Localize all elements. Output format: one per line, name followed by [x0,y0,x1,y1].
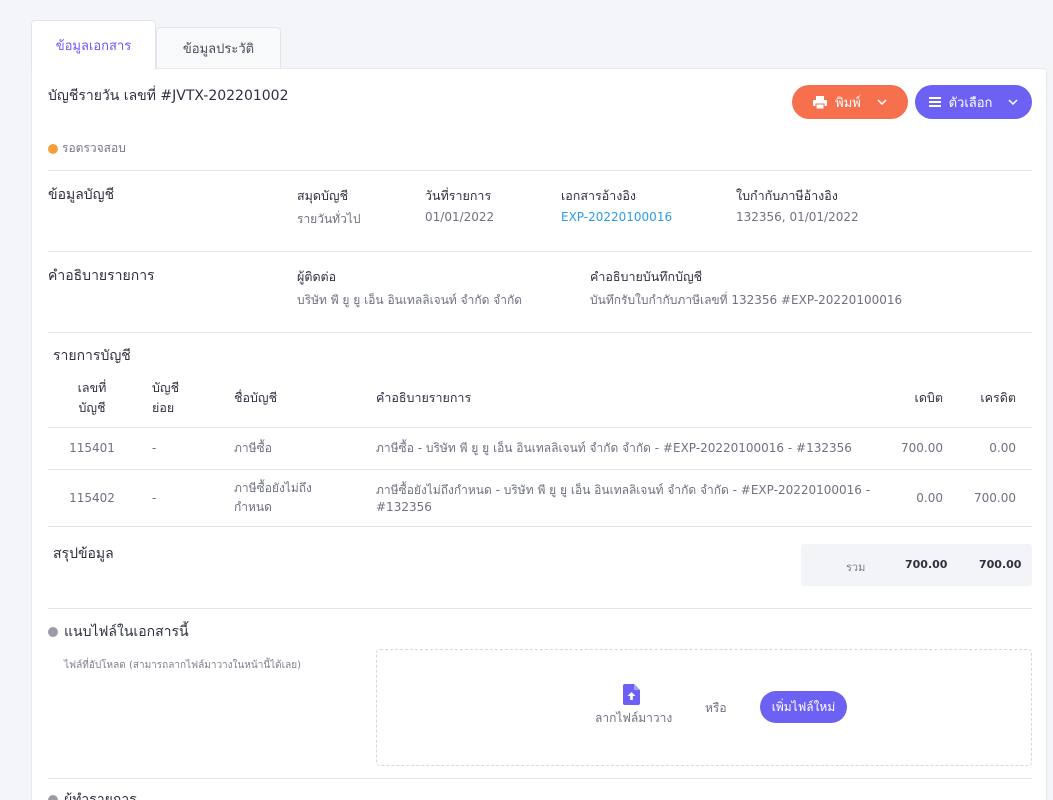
print-button[interactable]: พิมพ์ [792,85,908,119]
header-description: คำอธิบายรายการ [376,389,472,405]
header-credit: เครดิต [980,389,1016,405]
divider [48,608,1032,609]
document-card: บัญชีรายวัน เลขที่ #JVTX-202201002 รอตรว… [31,68,1047,800]
account-name-cell: ภาษีซื้อยังไม่ถึง กำหนด [234,468,376,527]
description-cell: ภาษีซื้อยังไม่ถึงกำหนด - บริษัท พี ยู ยู… [376,468,872,527]
header-sub-account: บัญชี ย่อย [152,379,180,415]
account-no-cell: 115401 [48,426,136,469]
date-field: วันที่รายการ 01/01/2022 [425,186,494,224]
add-file-button[interactable]: เพิ่มไฟล์ใหม่ [760,691,847,723]
divider [48,170,1032,171]
summary-title: สรุปข้อมูล [53,546,114,562]
summary-totals: รวม 700.00 700.00 [801,544,1032,586]
table-row: 115401 - ภาษีซื้อ ภาษีซื้อ - บริษัท พี ย… [48,426,1032,469]
chevron-down-icon [877,99,887,105]
entries-title: รายการบัญชี [53,348,131,364]
bullet-icon [48,627,58,637]
memo-value: บันทึกรับใบกำกับภาษีเลขที่ 132356 #EXP-2… [590,293,903,307]
journal-field: สมุดบัญชี รายวันทั่วไป [297,186,360,229]
document-title: บัญชีรายวัน เลขที่ #JVTX-202201002 [48,88,289,104]
account-name-cell: ภาษีซื้อ [234,426,376,469]
file-upload-icon [623,684,640,705]
contact-label: ผู้ติดต่อ [297,269,337,284]
table-header-row: เลขที่ บัญชี บัญชี ย่อย ชื่อบัญชี คำอธิบ… [48,369,1032,427]
date-value: 01/01/2022 [425,210,495,224]
journal-value: รายวันทั่วไป [297,212,361,226]
or-text: หรือ [705,701,727,715]
total-debit: 700.00 [905,558,948,571]
debit-cell: 700.00 [872,426,959,469]
bullet-icon [48,795,58,800]
account-info-title: ข้อมูลบัญชี [48,187,115,203]
total-credit: 700.00 [979,558,1022,571]
print-label: พิมพ์ [835,94,861,110]
drag-drop-text: ลากไฟล์มาวาง [595,711,673,725]
status-text: รอตรวจสอบ [62,141,126,155]
creator-title: ผู้ทำรายการ [48,789,137,800]
status-dot-icon [48,143,58,154]
attachments-title: แนบไฟล์ในเอกสารนี้ [48,621,189,643]
credit-cell: 700.00 [959,468,1032,527]
table-row: 115402 - ภาษีซื้อยังไม่ถึง กำหนด ภาษีซื้… [48,468,1032,527]
journal-label: สมุดบัญชี [297,188,349,203]
description-cell: ภาษีซื้อ - บริษัท พี ยู ยู เอ็น อินเทลลิ… [376,426,872,469]
reference-doc-field: เอกสารอ้างอิง EXP-20220100016 [561,186,672,224]
divider [48,778,1032,779]
total-label: รวม [846,561,866,574]
divider [48,251,1032,252]
header-account-no: เลขที่ บัญชี [77,379,107,415]
tab-document-info[interactable]: ข้อมูลเอกสาร [31,20,156,70]
status-badge: รอตรวจสอบ [48,139,126,158]
debit-cell: 0.00 [872,468,959,527]
sub-account-cell: - [136,426,234,469]
attachments-hint: ไฟล์ที่อัปโหลด (สามารถลากไฟล์มาวางในหน้า… [64,660,301,671]
contact-field: ผู้ติดต่อ บริษัท พี ยู ยู เอ็น อินเทลลิเ… [297,267,522,310]
menu-icon [928,97,941,107]
account-no-cell: 115402 [48,468,136,527]
options-label: ตัวเลือก [948,94,993,110]
tab-history[interactable]: ข้อมูลประวัติ [156,27,281,68]
contact-value: บริษัท พี ยู ยู เอ็น อินเทลลิเจนท์ จำกัด… [297,293,523,307]
description-title: คำอธิบายรายการ [48,268,155,284]
memo-field: คำอธิบายบันทึกบัญชี บันทึกรับใบกำกับภาษี… [590,267,902,310]
entries-table: เลขที่ บัญชี บัญชี ย่อย ชื่อบัญชี คำอธิบ… [48,369,1032,527]
file-dropzone[interactable]: ลากไฟล์มาวาง หรือ เพิ่มไฟล์ใหม่ [376,649,1032,766]
header-account-name: ชื่อบัญชี [234,389,278,405]
chevron-down-icon [1008,99,1018,105]
tax-invoice-value: 132356, 01/01/2022 [736,210,859,224]
reference-doc-link[interactable]: EXP-20220100016 [561,210,672,224]
sub-account-cell: - [136,468,234,527]
credit-cell: 0.00 [959,426,1032,469]
date-label: วันที่รายการ [425,188,492,203]
reference-doc-label: เอกสารอ้างอิง [561,188,636,203]
printer-icon [813,95,828,109]
divider [48,332,1032,333]
options-button[interactable]: ตัวเลือก [915,85,1032,119]
header-debit: เดบิต [914,389,943,405]
memo-label: คำอธิบายบันทึกบัญชี [590,269,703,284]
tax-invoice-label: ใบกำกับภาษีอ้างอิง [736,188,838,203]
tax-invoice-field: ใบกำกับภาษีอ้างอิง 132356, 01/01/2022 [736,186,859,224]
